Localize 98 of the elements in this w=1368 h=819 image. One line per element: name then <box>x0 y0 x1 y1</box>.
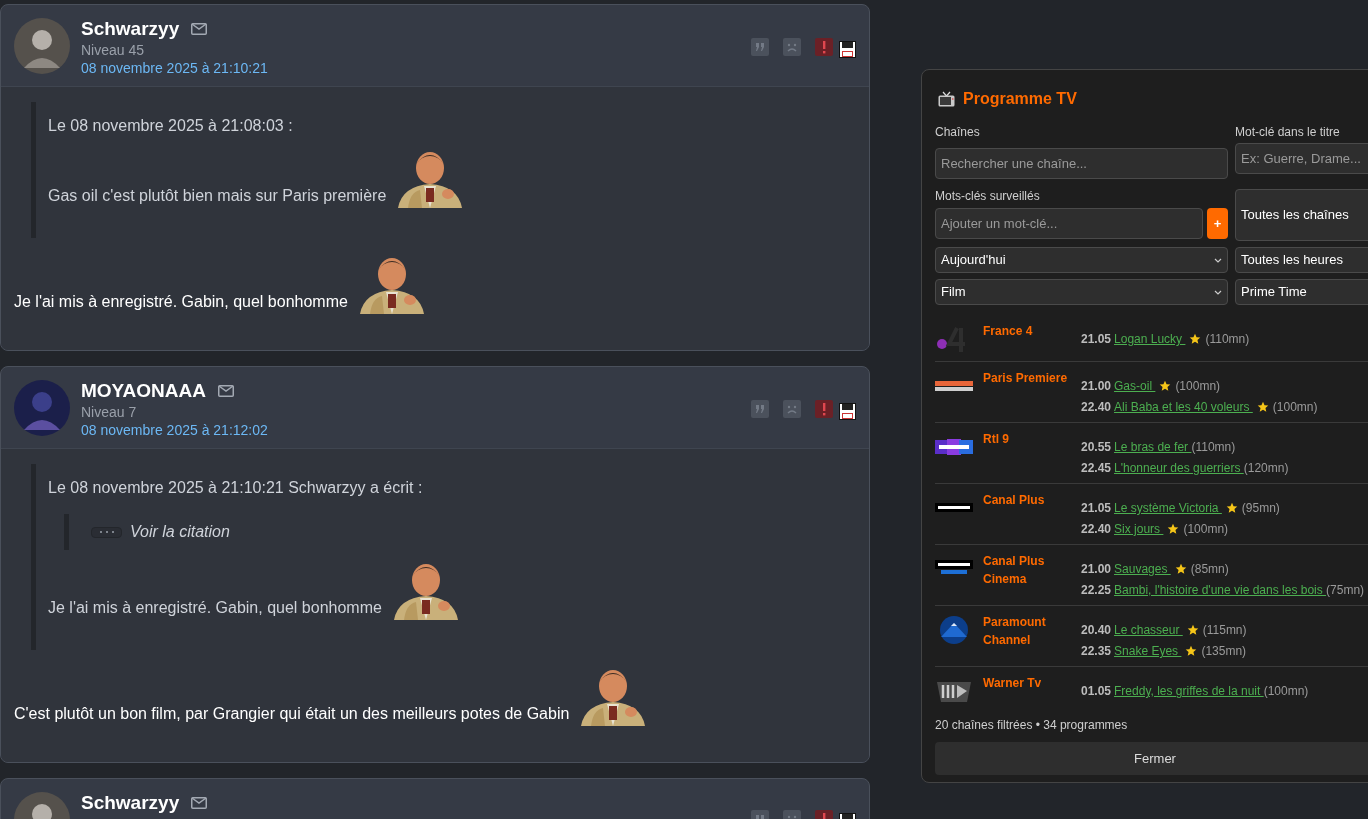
panel-title: Programme TV <box>963 89 1077 109</box>
programme-link[interactable]: Freddy, les griffes de la nuit <box>1114 683 1264 699</box>
channel-logo-icon <box>935 503 973 512</box>
summary-text: 20 chaînes filtrées • 34 programmes <box>935 717 1129 734</box>
channel-filter-list[interactable]: Toutes les chaînes <box>1235 189 1368 241</box>
chevron-icon <box>1214 257 1222 263</box>
star-icon <box>1256 401 1269 413</box>
programme-time: 22.40 <box>1081 521 1112 537</box>
programme-link[interactable]: Snake Eyes <box>1114 643 1182 659</box>
channel-name[interactable]: Paramount Channel <box>983 613 1081 659</box>
programme-link[interactable]: Ali Baba et les 40 voleurs <box>1114 399 1253 415</box>
tv-icon <box>938 91 955 107</box>
programme-time: 21.00 <box>1081 561 1112 577</box>
star-icon <box>1189 333 1202 345</box>
programme-time: 21.05 <box>1081 500 1112 516</box>
channel-logo-icon <box>935 381 973 391</box>
post-date[interactable]: 08 novembre 2025 à 21:10:21 <box>81 59 268 78</box>
quote-header: Le 08 novembre 2025 à 21:08:03 : <box>48 116 294 136</box>
star-icon <box>1174 563 1187 575</box>
programme-time: 22.35 <box>1081 643 1112 659</box>
channel-name[interactable]: Warner Tv <box>983 674 1081 706</box>
programme-duration: (75mn) <box>1326 582 1365 598</box>
mail-icon[interactable] <box>217 385 234 397</box>
channel-name[interactable]: Canal Plus Cinema <box>983 552 1081 598</box>
programme-link[interactable]: Sauvages <box>1114 561 1171 577</box>
avatar[interactable] <box>14 380 70 436</box>
field-label: Chaînes <box>935 125 981 139</box>
star-icon <box>1167 523 1180 535</box>
title-keyword-field[interactable]: Ex: Guerre, Drame... <box>1235 143 1368 174</box>
programme-time: 22.40 <box>1081 399 1112 415</box>
quote-header: Le 08 novembre 2025 à 21:10:21 Schwarzyy a écrit : <box>48 478 424 498</box>
programme-duration: (110mn) <box>1205 331 1250 347</box>
programme-duration: (95mn) <box>1241 500 1280 516</box>
star-icon <box>1159 380 1172 392</box>
username[interactable]: MOYAONAAA <box>81 379 206 403</box>
close-button[interactable]: Fermer <box>935 742 1368 775</box>
dropdown[interactable]: Toutes les heures <box>1235 247 1368 273</box>
programme-duration: (115mn) <box>1202 622 1247 638</box>
programme-link[interactable]: Gas-oil <box>1114 378 1156 394</box>
programme-duration: (120mn) <box>1243 460 1289 476</box>
report-icon[interactable] <box>815 399 833 418</box>
programme-link[interactable]: Logan Lucky <box>1114 331 1186 347</box>
star-icon <box>1186 624 1199 636</box>
channel-search-field[interactable]: Rechercher une chaîne... <box>935 148 1228 179</box>
programme-duration: (100mn) <box>1263 683 1309 699</box>
programme-link[interactable]: Bambi, l'histoire d'une vie dans les bois <box>1114 582 1327 598</box>
post-text: C'est plutôt un bon film, par Grangier qui était un des meilleurs potes de Gabin <box>14 705 570 722</box>
user-level: Niveau 7 <box>81 403 138 421</box>
programme-link[interactable]: L'honneur des guerriers <box>1114 460 1244 476</box>
programme-link[interactable]: Le bras de fer <box>1114 439 1192 455</box>
chevron-icon <box>1214 289 1222 295</box>
programme-time: 01.05 <box>1081 683 1112 699</box>
programme-time: 21.00 <box>1081 378 1112 394</box>
programme-duration: (100mn) <box>1175 378 1221 394</box>
keyword-field[interactable]: Ajouter un mot-clé... <box>935 208 1203 239</box>
username[interactable]: Schwarzyy <box>81 17 180 41</box>
programme-link[interactable]: Le chasseur <box>1114 622 1183 638</box>
mail-icon[interactable] <box>191 797 208 809</box>
avatar[interactable] <box>14 18 70 74</box>
expand-quote-button[interactable] <box>91 526 122 538</box>
post-date[interactable]: 08 novembre 2025 à 21:12:02 <box>81 421 268 440</box>
quote-icon[interactable] <box>751 399 769 418</box>
see-quote-link[interactable]: Voir la citation <box>130 520 230 544</box>
user-level: Niveau 45 <box>81 41 146 59</box>
report-icon[interactable] <box>815 37 833 56</box>
field-label: Mot-clé dans le titre <box>1235 125 1341 139</box>
programme-time: 22.45 <box>1081 460 1112 476</box>
sad-face-icon[interactable] <box>783 37 801 56</box>
channel-name[interactable]: Rtl 9 <box>983 430 1081 476</box>
channel-name[interactable]: Paris Premiere <box>983 369 1081 415</box>
programme-time: 20.55 <box>1081 439 1112 455</box>
programme-time: 20.40 <box>1081 622 1112 638</box>
save-icon[interactable] <box>839 403 856 420</box>
dropdown[interactable]: Aujourd'hui <box>935 247 1228 273</box>
save-icon[interactable] <box>839 41 856 58</box>
dropdown[interactable]: Film <box>935 279 1228 305</box>
username[interactable]: Schwarzyy <box>81 791 180 815</box>
programme-time: 22.25 <box>1081 582 1112 598</box>
field-label: Mots-clés surveillés <box>935 189 1041 203</box>
mail-icon[interactable] <box>191 23 208 35</box>
programme-duration: (100mn) <box>1272 399 1318 415</box>
channel-name[interactable]: France 4 <box>983 322 1081 354</box>
programme-time: 21.05 <box>1081 331 1112 347</box>
dropdown[interactable]: Prime Time <box>1235 279 1368 305</box>
programme-duration: (85mn) <box>1190 561 1229 577</box>
programme-duration: (135mn) <box>1201 643 1247 659</box>
programme-duration: (100mn) <box>1183 521 1229 537</box>
quote-text: Gas oil c'est plutôt bien mais sur Paris première <box>48 187 387 204</box>
star-icon <box>1185 645 1198 657</box>
channel-name[interactable]: Canal Plus <box>983 491 1081 537</box>
programme-link[interactable]: Six jours <box>1114 521 1164 537</box>
programme-link[interactable]: Le système Victoria <box>1114 500 1222 516</box>
programme-duration: (110mn) <box>1191 439 1236 455</box>
quote-text: Je l'ai mis à enregistré. Gabin, quel bonhomme <box>48 599 382 616</box>
post-text: Je l'ai mis à enregistré. Gabin, quel bonhomme <box>14 293 348 310</box>
sad-face-icon[interactable] <box>783 399 801 418</box>
quote-icon[interactable] <box>751 37 769 56</box>
star-icon <box>1225 502 1238 514</box>
